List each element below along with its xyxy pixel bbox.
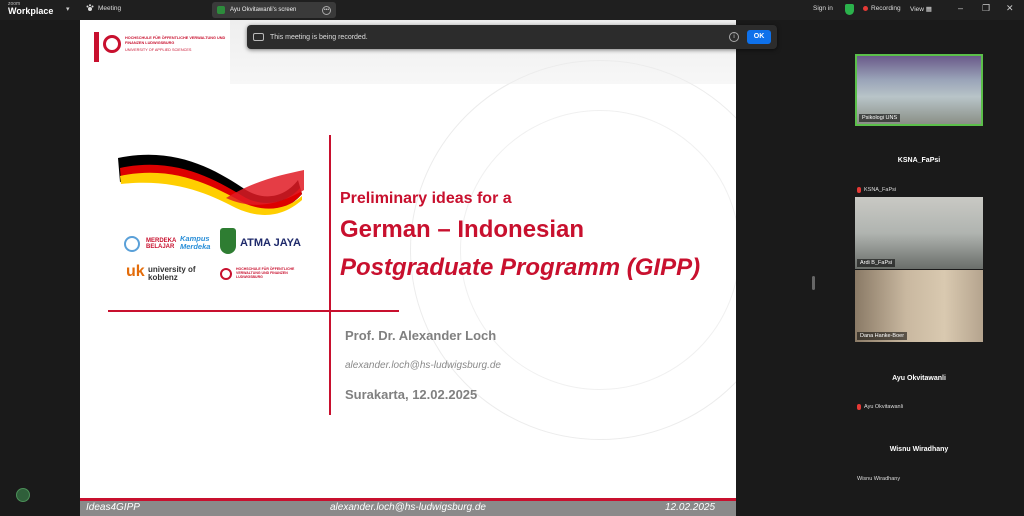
app-logo: zoom Workplace [8, 2, 53, 16]
share-icon [217, 6, 225, 14]
slide-subtitle: Postgraduate Programm (GIPP) [340, 254, 701, 281]
record-icon [863, 6, 868, 11]
recording-message: This meeting is being recorded. [270, 33, 368, 41]
participant-video-tile[interactable]: Psikologi UNS [855, 54, 983, 126]
chevron-down-icon[interactable]: ▾ [66, 5, 70, 13]
participant-video-tile[interactable]: Ardi B_FaPsi [855, 197, 983, 269]
footer-email: alexander.loch@hs-ludwigsburg.de [330, 502, 486, 513]
camera-icon [253, 33, 264, 41]
participant-center-name: KSNA_FaPsi [897, 157, 941, 164]
recording-label: Recording [871, 5, 901, 12]
paw-icon [86, 4, 94, 11]
info-icon[interactable]: i [729, 32, 739, 42]
slide-pre-title: Preliminary ideas for a [340, 190, 512, 207]
shared-slide: HOCHSCHULE FÜR ÖFFENTLICHE VERWALTUNG UN… [80, 20, 736, 516]
screen-share-indicator[interactable]: Ayu Okvitawanli's screen ••• [212, 2, 336, 18]
author-name: Prof. Dr. Alexander Loch [345, 328, 497, 343]
slide-footer: Ideas4GIPP alexander.loch@hs-ludwigsburg… [80, 498, 736, 516]
mic-muted-icon [857, 187, 861, 193]
brand-big: Workplace [8, 6, 54, 16]
hs-small-mark [220, 268, 232, 280]
participant-video-tile[interactable]: Dana Hanke-Boer [855, 270, 983, 342]
panel-resize-handle[interactable] [812, 276, 815, 290]
meeting-button[interactable]: Meeting [86, 4, 121, 12]
participant-tag-label: Ayu Okvitawanli [864, 404, 904, 410]
participant-tag-label: Wisnu Wiradhany [857, 476, 901, 482]
participant-tag-label: KSNA_FaPsi [864, 187, 897, 193]
more-options-icon[interactable]: ••• [322, 5, 331, 15]
close-icon[interactable]: ✕ [1006, 3, 1014, 14]
footer-accent-line [80, 498, 736, 501]
atma-jaya-crest [220, 228, 236, 254]
merdeka-emblem [124, 236, 140, 252]
ok-button[interactable]: OK [747, 30, 771, 44]
participant-center-name: Ayu Okvitawanli [892, 375, 946, 382]
recording-indicator[interactable]: Recording [863, 5, 901, 12]
view-button[interactable]: View ▦ [910, 5, 932, 13]
uk-mark: uk [126, 263, 145, 280]
university-logo: HOCHSCHULE FÜR ÖFFENTLICHE VERWALTUNG UN… [94, 32, 235, 62]
top-bar: zoom Workplace ▾ Meeting Ayu Okvitawanli… [0, 0, 1024, 20]
slide-title: German – Indonesian [340, 216, 585, 243]
author-email: alexander.loch@hs-ludwigsburg.de [345, 360, 501, 371]
security-status-icon[interactable] [16, 488, 30, 502]
minimize-icon[interactable]: – [958, 3, 963, 13]
merdeka-belajar-logo: MERDEKA BELAJAR [146, 238, 177, 250]
divider-vertical [329, 135, 331, 415]
participant-tag: Ayu Okvitawanli [857, 404, 903, 410]
restore-icon[interactable]: ❐ [982, 3, 990, 14]
participant-tag: KSNA_FaPsi [857, 187, 896, 193]
divider-horizontal [108, 310, 399, 312]
participant-name: Dana Hanke-Boer [857, 332, 908, 340]
signin-link[interactable]: Sign in [813, 5, 833, 12]
participant-tag: Wisnu Wiradhany [857, 476, 900, 482]
flag-ribbon-graphic [118, 154, 304, 215]
view-label: View [910, 6, 924, 13]
grid-icon: ▦ [925, 6, 932, 13]
university-name: HOCHSCHULE FÜR ÖFFENTLICHE VERWALTUNG UN… [125, 36, 226, 45]
kampus-merdeka-logo: Kampus Merdeka [180, 234, 211, 251]
logo-mark [103, 35, 121, 53]
shield-icon[interactable] [845, 4, 854, 15]
koblenz-logo: university of koblenz [148, 265, 196, 282]
participant-center-name: Wisnu Wiradhany [889, 446, 949, 453]
footer-left: Ideas4GIPP [86, 502, 140, 513]
logo-bar [94, 32, 99, 62]
recording-notice: This meeting is being recorded. i OK [247, 25, 777, 49]
meeting-label: Meeting [98, 4, 122, 12]
participant-name: Ardi B_FaPsi [857, 259, 896, 267]
participant-name: Psikologi UNS [859, 114, 901, 122]
partner-logos: MERDEKA BELAJAR Kampus Merdeka ATMA JAYA… [120, 220, 320, 300]
place-date: Surakarta, 12.02.2025 [345, 387, 478, 402]
share-label: Ayu Okvitawanli's screen [230, 7, 297, 13]
mic-muted-icon [857, 404, 861, 410]
globe-watermark-inner [460, 110, 736, 390]
hs-small-text: HOCHSCHULE FÜR ÖFFENTLICHE VERWALTUNG UN… [236, 267, 295, 280]
atma-jaya-logo: ATMA JAYA [240, 237, 301, 249]
university-sub: UNIVERSITY OF APPLIED SCIENCES [125, 48, 192, 53]
footer-date: 12.02.2025 [665, 502, 716, 513]
